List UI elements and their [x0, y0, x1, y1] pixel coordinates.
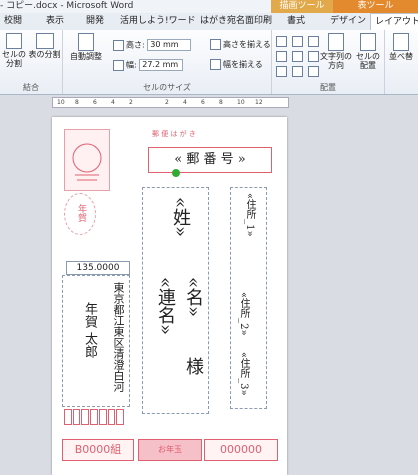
- window-title: - コピー.docx - Microsoft Word: [0, 1, 134, 11]
- align-middle-right-icon[interactable]: [308, 51, 319, 62]
- sort-icon: [393, 33, 409, 51]
- tab-design[interactable]: デザイン: [330, 13, 366, 30]
- column-width-icon: [113, 59, 124, 71]
- tab-review[interactable]: 校閲: [4, 13, 22, 30]
- title-bar: - コピー.docx - Microsoft Word 描画ツール 表ツール: [0, 0, 418, 13]
- sender-postal-boxes: [64, 409, 125, 425]
- postmark-circle: 年賀: [64, 193, 96, 235]
- tab-view[interactable]: 表示: [46, 13, 64, 30]
- sender-address[interactable]: 東京都江東区清澄白河: [110, 282, 126, 392]
- group-alignment: 文字列の 方向 セルの 配置 配置: [272, 30, 385, 94]
- height-row: 高さ: 30 mm: [113, 39, 192, 51]
- align-top-center-icon[interactable]: [292, 36, 303, 47]
- document-page[interactable]: 年賀 郵 便 は が き « 郵 番 号 » «姓» «連名» «名» 様 «住…: [52, 117, 287, 475]
- autofit-icon: [78, 33, 94, 51]
- group-merge: セルの 分割 表の分割 結合: [0, 30, 63, 94]
- split-table-button[interactable]: 表の分割: [28, 33, 61, 59]
- align-bottom-left-icon[interactable]: [276, 66, 287, 77]
- distribute-rows-button[interactable]: 高さを揃える: [210, 39, 271, 50]
- group-cell-size: 自動調整 高さ: 30 mm 幅: 27.2 mm 高さを揃える 幅を揃える セ…: [63, 30, 272, 94]
- context-tab-table-tools: 表ツール: [333, 0, 418, 13]
- address-line-3[interactable]: «住所_3»: [236, 352, 251, 396]
- ruler-number: 2: [129, 99, 133, 106]
- tab-developer[interactable]: 開発: [86, 13, 104, 30]
- row-height-icon: [113, 39, 124, 51]
- split-cells-button[interactable]: セルの 分割: [1, 33, 27, 68]
- surname-field[interactable]: «姓»: [167, 197, 193, 237]
- horizontal-ruler[interactable]: 10 8 6 4 2 2 4 6 8 10 12: [52, 97, 289, 108]
- group-label-cell-size: セルのサイズ: [143, 83, 191, 92]
- cell-height-input[interactable]: 30 mm: [147, 39, 192, 51]
- group-label-alignment: 配置: [320, 83, 336, 92]
- stamp-icon: [72, 143, 102, 181]
- lottery-number: 000000: [204, 439, 278, 461]
- cell-width-input[interactable]: 27.2 mm: [139, 59, 184, 71]
- cell-margins-button[interactable]: セルの 配置: [354, 33, 382, 70]
- ruler-number: 12: [255, 99, 263, 106]
- nenga-mark: 年賀: [76, 204, 86, 222]
- tab-katsuyou[interactable]: 活用しよう!ワード: [120, 13, 196, 30]
- fullname-field[interactable]: «連名»: [152, 277, 178, 335]
- ruler-number: 2: [165, 99, 169, 106]
- text-direction-button[interactable]: 文字列の 方向: [320, 33, 352, 70]
- ruler-number: 10: [237, 99, 245, 106]
- honorific: 様: [183, 357, 204, 375]
- postal-code-field[interactable]: « 郵 番 号 »: [148, 147, 272, 173]
- align-bottom-center-icon[interactable]: [292, 66, 303, 77]
- align-top-left-icon[interactable]: [276, 36, 287, 47]
- distribute-columns-button[interactable]: 幅を揃える: [210, 59, 263, 70]
- group-label-merge: 結合: [23, 83, 39, 92]
- ruler-number: 10: [57, 99, 65, 106]
- ruler-number: 8: [75, 99, 79, 106]
- width-row: 幅: 27.2 mm: [113, 59, 184, 71]
- ruler-number: 6: [201, 99, 205, 106]
- ruler-number: 6: [93, 99, 97, 106]
- ribbon-tabs: 校閲 表示 開発 活用しよう!ワード はがき宛名面印刷 書式 デザイン レイアウ…: [0, 13, 418, 31]
- tab-layout[interactable]: レイアウト: [370, 13, 418, 31]
- amount-field[interactable]: 135.0000: [66, 261, 130, 275]
- context-tab-drawing-tools: 描画ツール: [271, 0, 333, 13]
- tab-format[interactable]: 書式: [287, 13, 305, 30]
- align-middle-center-icon[interactable]: [292, 51, 303, 62]
- lottery-label: お年玉: [138, 439, 202, 461]
- cell-alignment-grid: [276, 36, 326, 77]
- align-middle-left-icon[interactable]: [276, 51, 287, 62]
- stamp-illustration: [64, 129, 110, 191]
- tab-postcard-print[interactable]: はがき宛名面印刷: [200, 13, 272, 30]
- align-top-right-icon[interactable]: [308, 36, 319, 47]
- ruler-number: 4: [183, 99, 187, 106]
- sort-button[interactable]: 並べ替: [386, 33, 416, 61]
- distribute-columns-icon: [210, 59, 221, 70]
- sender-name[interactable]: 年賀 太郎: [80, 302, 99, 358]
- ribbon: セルの 分割 表の分割 結合 自動調整 高さ: 30 mm 幅: 27.2 mm…: [0, 30, 418, 95]
- address-line-2[interactable]: «住所_2»: [236, 292, 251, 336]
- rotate-handle-icon[interactable]: [172, 169, 180, 177]
- postcard-header: 郵 便 は が き: [152, 130, 196, 138]
- ruler-number: 4: [111, 99, 115, 106]
- ruler-number: 8: [219, 99, 223, 106]
- split-cells-icon: [6, 33, 22, 49]
- lottery-group: B0000組: [62, 439, 134, 461]
- text-direction-icon: [328, 33, 344, 51]
- given-name-field[interactable]: «名»: [180, 277, 206, 317]
- autofit-button[interactable]: 自動調整: [66, 33, 106, 61]
- split-table-icon: [35, 33, 54, 49]
- address-line-1[interactable]: «住所_1»: [242, 193, 257, 237]
- distribute-rows-icon: [210, 39, 221, 50]
- align-bottom-right-icon[interactable]: [308, 66, 319, 77]
- cell-margins-icon: [360, 33, 376, 51]
